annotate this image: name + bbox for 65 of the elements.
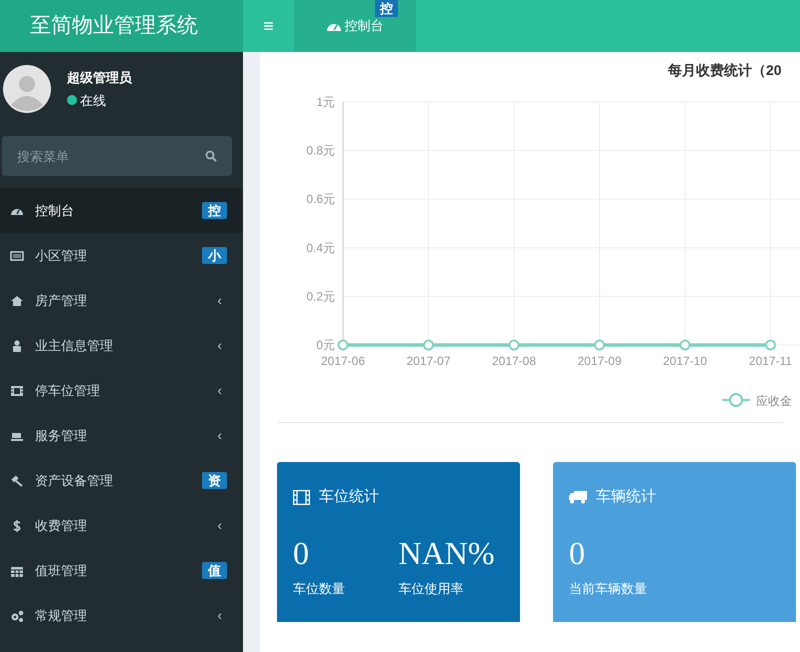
film-icon — [10, 384, 24, 398]
sidebar-item[interactable]: 资产设备管理 资 — [0, 458, 243, 503]
x-axis-label: 2017-07 — [406, 354, 451, 368]
legend-icon — [722, 393, 750, 407]
y-axis-label: 0.2元 — [306, 289, 335, 304]
chevron-icon: ‹ — [217, 290, 227, 311]
chevron-icon: ‹ — [217, 425, 227, 446]
gears-icon — [10, 608, 24, 622]
x-axis-label: 2017-08 — [492, 354, 536, 368]
list-icon — [10, 248, 24, 262]
chevron-icon: ‹ — [217, 335, 227, 356]
card-title: 车辆统计 — [596, 487, 656, 507]
data-point — [338, 340, 348, 350]
sidebar-item[interactable]: 收费管理 ‹ — [0, 503, 243, 548]
y-axis-label: 0.8元 — [306, 144, 335, 158]
sidebar-item[interactable]: 常规管理 ‹ — [0, 593, 243, 638]
avatar — [3, 65, 51, 113]
stat-value: 0 — [569, 534, 586, 570]
search-icon — [205, 150, 217, 162]
stat-value: 0 — [293, 534, 310, 570]
card-title: 车位统计 — [319, 487, 379, 507]
x-axis-label: 2017-06 — [320, 354, 366, 368]
film-icon — [293, 490, 310, 505]
sidebar-item[interactable]: 停车位管理 ‹ — [0, 368, 243, 413]
chevron-icon: ‹ — [217, 380, 227, 401]
gauge-icon — [326, 21, 340, 31]
sidebar-item[interactable]: 小区管理 小 — [0, 233, 243, 278]
truck-icon — [569, 490, 587, 504]
sidebar-item[interactable]: 控制台 控 — [0, 188, 243, 233]
chart-title: 每月收费统计（20 — [668, 61, 783, 80]
menu-badge: 资 — [202, 472, 227, 489]
data-point — [508, 340, 520, 350]
app-title: 至简物业管理系统 — [30, 13, 198, 40]
gavel-icon — [10, 474, 24, 488]
chevron-icon: ‹ — [217, 515, 227, 536]
search-field[interactable]: 搜索菜单 — [2, 136, 232, 176]
y-axis-label: 0元 — [316, 338, 335, 352]
data-point — [423, 340, 434, 350]
y-axis-label: 0.4元 — [306, 240, 335, 255]
stat-label: 当前车辆数量 — [569, 580, 648, 598]
stat-value: NAN% — [398, 534, 496, 570]
chevron-icon: ‹ — [217, 605, 227, 626]
stat-label: 车位使用率 — [398, 580, 464, 598]
user-status: 在线 — [80, 92, 106, 110]
user-name: 超级管理员 — [67, 69, 132, 87]
x-axis-label: 2017-09 — [577, 354, 622, 368]
sidebar-item[interactable]: 业主信息管理 ‹ — [0, 323, 243, 368]
stat-label: 车位数量 — [293, 580, 346, 598]
data-point — [680, 340, 690, 350]
sidebar-item[interactable]: 房产管理 ‹ — [0, 278, 243, 323]
y-axis-label: 1元 — [316, 95, 335, 109]
sidebar-item[interactable]: 值班管理 值 — [0, 548, 243, 593]
x-axis-label: 2017-10 — [662, 354, 708, 368]
user-icon — [10, 338, 24, 352]
sidebar-item[interactable]: 服务管理 ‹ — [0, 413, 243, 458]
y-axis-label: 0.6元 — [306, 192, 335, 206]
x-axis-label: 2017-11 — [748, 354, 792, 368]
menu-badge: 小 — [202, 247, 227, 264]
home-icon — [10, 294, 24, 308]
data-point — [594, 340, 605, 350]
data-point — [765, 340, 776, 350]
menu-badge: 控 — [202, 202, 227, 219]
menu-badge: 值 — [202, 562, 227, 579]
tab-badge: 控 — [375, 0, 398, 17]
legend-label: 应收金 — [756, 394, 792, 408]
